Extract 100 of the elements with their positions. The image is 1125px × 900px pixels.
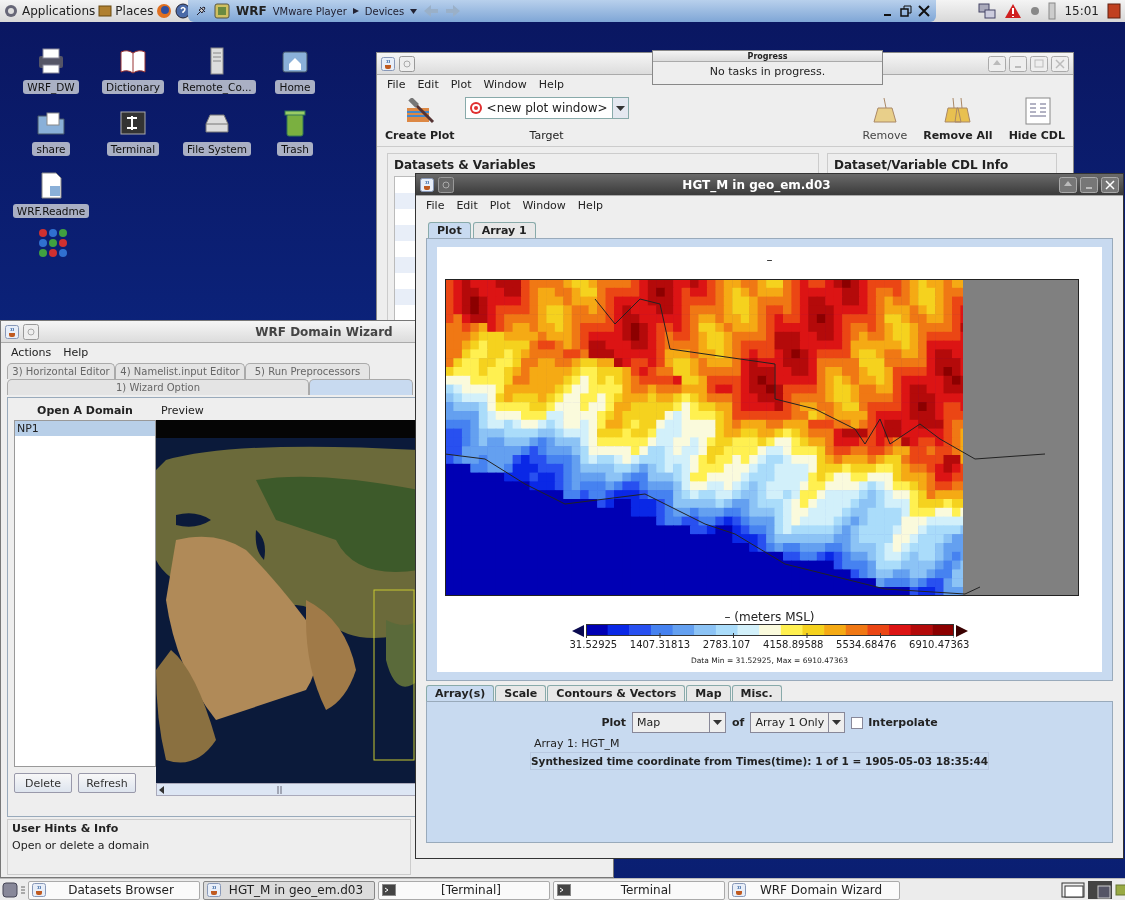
icon-label[interactable]: Dictionary	[102, 80, 164, 94]
tab[interactable]: 5) Run Preprocessors	[245, 363, 370, 379]
terminal-icon	[382, 883, 396, 897]
icon-label[interactable]: File System	[182, 142, 252, 156]
time-info: Synthesized time coordinate from Times(time): 1 of 1 = 1905-05-03 18:35:44	[530, 752, 989, 770]
plot-type-dropdown[interactable]: Map	[632, 712, 727, 733]
tab[interactable]: Map	[686, 685, 731, 701]
taskbar-button[interactable]: HGT_M in geo_em.d03	[203, 880, 375, 900]
tick-label: 6910.47363	[909, 639, 970, 650]
left-triangle-icon	[571, 625, 584, 637]
menu-item[interactable]: Help	[573, 198, 607, 212]
menu-item[interactable]: File	[383, 77, 410, 91]
tab[interactable]: 3) Horizontal Editor	[7, 363, 115, 379]
interpolate-checkbox[interactable]: Interpolate	[851, 716, 938, 729]
vm-title: WRF	[236, 4, 267, 18]
cup-icon	[207, 883, 221, 897]
hammer-icon	[404, 98, 435, 126]
caret-icon	[352, 7, 359, 15]
target-dropdown[interactable]: <new plot window>	[464, 97, 629, 119]
restore-icon[interactable]	[900, 5, 912, 17]
toolbar-button[interactable]: Remove	[862, 96, 908, 142]
tab[interactable]: 4) Namelist.input Editor	[115, 363, 245, 379]
action-button[interactable]: Refresh	[78, 773, 136, 793]
vm-icon	[214, 3, 230, 19]
array-dropdown[interactable]: Array 1 Only	[750, 712, 846, 733]
close-icon[interactable]	[918, 5, 930, 17]
workspace-icon[interactable]	[1088, 881, 1112, 899]
create-plot-button[interactable]: Create Plot	[385, 98, 455, 142]
menu-item[interactable]: Devices	[364, 5, 405, 17]
warning-icon[interactable]	[1004, 3, 1023, 19]
toolbar-button[interactable]: Remove All	[923, 96, 993, 142]
taskbar-button[interactable]: Datasets Browser	[28, 880, 200, 900]
colorbar-label: – (meters MSL)	[724, 610, 815, 624]
taskbar-button[interactable]: [Terminal]	[378, 880, 550, 900]
terminal-icon[interactable]	[117, 108, 149, 138]
tab[interactable]: Scale	[495, 685, 547, 701]
app-grid-icon[interactable]	[38, 228, 68, 258]
group-title: Array 1: HGT_M	[533, 737, 621, 750]
tab[interactable]: Misc.	[731, 685, 782, 701]
status-message: No tasks in progress.	[708, 64, 827, 78]
min-button[interactable]	[1080, 176, 1098, 193]
window-title: Progress	[653, 51, 882, 62]
plot-title: –	[766, 253, 773, 269]
cup-icon	[32, 883, 46, 897]
icon-label[interactable]: WRF.Readme	[12, 204, 90, 218]
toolbar-button[interactable]: Hide CDL	[1008, 96, 1065, 142]
clock[interactable]: 15:01	[1064, 4, 1099, 18]
menu-item[interactable]: Help	[534, 77, 568, 91]
menu-item[interactable]: Edit	[452, 198, 482, 212]
tab[interactable]: Contours & Vectors	[547, 685, 686, 701]
icon-label[interactable]: Trash	[277, 142, 313, 156]
caret-icon	[713, 720, 723, 725]
menu-item[interactable]: Applications	[22, 4, 96, 18]
caret-icon	[832, 720, 842, 725]
menu-item[interactable]: VMware Player	[272, 5, 347, 17]
menu-item[interactable]: File	[422, 198, 449, 212]
close-button[interactable]	[1101, 176, 1119, 193]
list-item[interactable]: NP1	[15, 421, 155, 436]
menu-item[interactable]: Plot	[485, 198, 515, 212]
taskbar-button[interactable]: WRF Domain Wizard	[728, 880, 900, 900]
icon-label[interactable]: Home	[275, 80, 315, 94]
browser-icon[interactable]	[156, 3, 173, 19]
caret-icon	[410, 8, 418, 14]
icon-label[interactable]: WRF_DW	[23, 80, 79, 94]
menu-item[interactable]: Window	[479, 77, 531, 91]
menu-item[interactable]: Edit	[413, 77, 443, 91]
target-icon	[468, 101, 483, 115]
app-icon	[381, 56, 395, 71]
window-title: HGT_M in geo_em.d03	[681, 177, 832, 192]
tick-label: 2783.107	[702, 639, 751, 650]
cup-icon	[732, 883, 746, 897]
grip-icon	[277, 785, 283, 794]
menu-item[interactable]: Actions	[7, 345, 56, 359]
icon-label[interactable]: share	[32, 142, 70, 156]
workspace-icon[interactable]	[1061, 881, 1085, 899]
preview-label: Preview	[160, 404, 205, 419]
tab[interactable]: Array 1	[472, 222, 536, 238]
show-desktop-icon[interactable]	[2, 882, 18, 898]
taskbar-button[interactable]: Terminal	[553, 880, 725, 900]
menu-item[interactable]: Places	[115, 4, 154, 18]
apps-icon	[3, 3, 19, 19]
icon-label[interactable]: Terminal	[106, 142, 160, 156]
menu-item[interactable]: Help	[59, 345, 93, 359]
app-icon	[5, 324, 19, 339]
field-label: of	[732, 716, 745, 729]
tick-label: 31.52925	[569, 639, 618, 650]
window-title: WRF Domain Wizard	[254, 324, 394, 339]
action-button[interactable]: Delete	[14, 773, 72, 793]
pin-icon[interactable]	[194, 4, 208, 18]
list-heading: Open A Domain	[36, 404, 134, 419]
up-button[interactable]	[1059, 176, 1077, 193]
tab[interactable]: 1) Wizard Option	[7, 379, 309, 395]
menu-item[interactable]: Window	[518, 198, 570, 212]
brooms-icon	[942, 96, 973, 126]
terminal-icon	[557, 883, 571, 897]
icon-label[interactable]: Remote_Co...	[178, 80, 256, 94]
tab[interactable]: Plot	[428, 222, 471, 238]
tab[interactable]: Array(s)	[426, 685, 495, 701]
target-label: Target	[529, 129, 564, 142]
menu-item[interactable]: Plot	[446, 77, 476, 91]
